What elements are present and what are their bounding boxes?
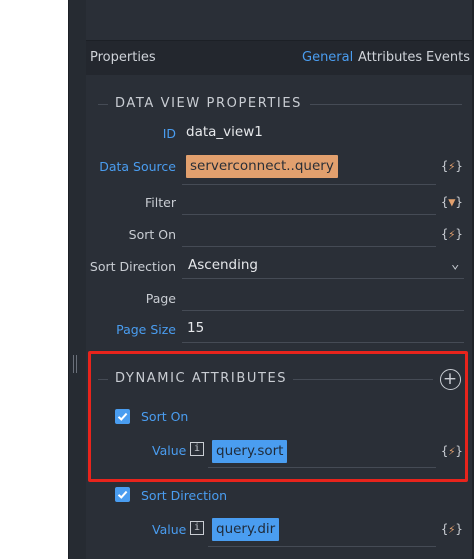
filter-input [182,214,436,215]
sort-on-label: Sort On [128,227,176,242]
section-divider [98,104,108,105]
sort-direction-label: Sort Direction [89,259,176,274]
sort-direction-select[interactable]: Ascending [188,257,258,273]
value-label: Value [152,522,187,537]
bolt-icon[interactable]: {⚡} [441,227,463,241]
id-value[interactable]: data_view1 [186,124,263,140]
page-size-value[interactable]: 15 [187,320,204,336]
check-icon [117,490,128,499]
filter-icon[interactable]: {▼} [441,195,463,209]
page-input [182,310,464,311]
tab-events[interactable]: Events [426,50,470,65]
bolt-icon[interactable]: {⚡} [441,159,463,173]
tab-attributes[interactable]: Attributes [358,50,422,65]
tab-general[interactable]: General [302,50,353,65]
filter-label: Filter [145,195,176,210]
chevron-down-icon[interactable]: ⌄ [451,256,459,272]
section-divider [310,104,462,105]
info-icon[interactable]: i [190,521,204,535]
id-label: ID [162,126,176,141]
properties-header: Properties General Attributes Events [86,40,472,75]
data-source-chip[interactable]: serverconnect..query [186,155,338,178]
resize-handle[interactable] [73,355,79,373]
section-title-data-view: DATA VIEW PROPERTIES [115,96,303,111]
page-label: Page [145,291,176,306]
field-underline [182,342,464,343]
panel-title: Properties [90,50,156,65]
value-chip[interactable]: query.dir [212,518,280,541]
field-underline [182,184,436,185]
data-source-label: Data Source [99,159,176,174]
bolt-icon[interactable]: {⚡} [441,522,463,536]
field-underline [182,278,464,279]
dyn-attr-name: Sort Direction [141,488,228,503]
blank-area [0,0,68,559]
sort-on-input [182,246,436,247]
field-underline [208,546,436,547]
highlight-box [88,351,468,482]
sort-direction-checkbox[interactable] [115,487,130,502]
page-size-label: Page Size [116,322,176,337]
panel-gutter [68,0,86,559]
